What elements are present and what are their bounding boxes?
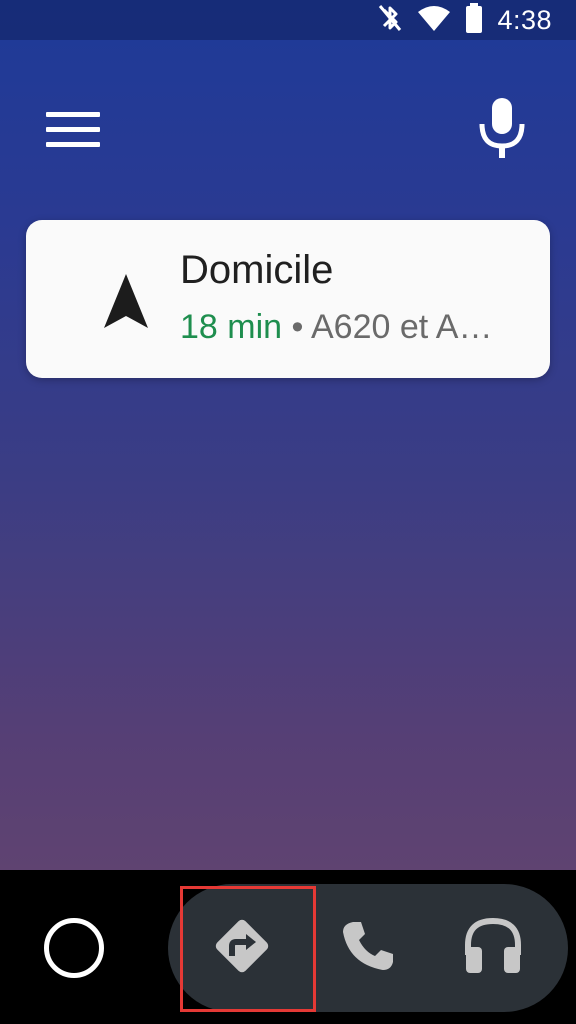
directions-icon — [210, 914, 274, 983]
home-button[interactable] — [44, 918, 104, 978]
status-icons: 4:38 — [377, 0, 552, 40]
microphone-icon — [474, 98, 530, 164]
status-bar: 4:38 — [0, 0, 576, 40]
menu-button[interactable] — [44, 108, 104, 152]
voice-search-button[interactable] — [474, 96, 530, 160]
wifi-icon — [417, 4, 451, 37]
headphones-icon — [462, 915, 524, 982]
navigation-suggestion-card[interactable]: Domicile 18 min • A620 et A… — [26, 220, 550, 378]
eta-text: 18 min — [180, 308, 283, 346]
phone-icon — [337, 916, 397, 981]
navigation-app-button[interactable] — [187, 884, 297, 1012]
media-app-button[interactable] — [438, 884, 548, 1012]
status-time: 4:38 — [497, 4, 552, 35]
separator: • — [282, 308, 311, 346]
navigation-arrow-icon — [100, 270, 152, 346]
route-summary: 18 min • A620 et A… — [180, 308, 520, 347]
phone-app-button[interactable] — [312, 884, 422, 1012]
route-text: A620 et A… — [310, 308, 493, 346]
bluetooth-off-icon — [377, 2, 403, 39]
destination-title: Domicile — [180, 248, 334, 292]
app-screen: 4:38 Domicile 18 min • A620 et A… — [0, 0, 576, 870]
battery-icon — [465, 2, 483, 39]
